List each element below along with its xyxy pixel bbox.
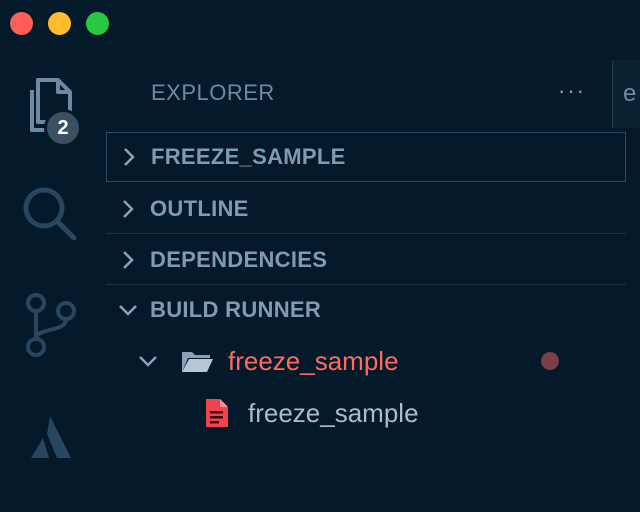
tree-folder-freeze-sample[interactable]: freeze_sample bbox=[136, 338, 399, 384]
chevron-down-icon bbox=[136, 354, 160, 368]
section-outline[interactable]: OUTLINE bbox=[106, 184, 626, 234]
chevron-right-icon bbox=[107, 146, 151, 168]
section-label: DEPENDENCIES bbox=[150, 246, 328, 272]
close-button[interactable] bbox=[10, 12, 33, 35]
modified-indicator bbox=[541, 352, 559, 370]
minimize-button[interactable] bbox=[48, 12, 71, 35]
chevron-right-icon bbox=[106, 198, 150, 220]
activity-search[interactable] bbox=[18, 182, 82, 246]
explorer-badge: 2 bbox=[44, 109, 82, 147]
section-freeze-sample[interactable]: FREEZE_SAMPLE bbox=[106, 132, 626, 182]
chevron-down-icon bbox=[106, 303, 150, 317]
folder-label: freeze_sample bbox=[228, 345, 399, 376]
editor-tab-label: e bbox=[623, 80, 637, 107]
section-label: OUTLINE bbox=[150, 195, 249, 221]
file-label: freeze_sample bbox=[248, 397, 419, 428]
explorer-title: EXPLORER bbox=[151, 80, 275, 105]
activity-bar: 2 bbox=[0, 55, 100, 512]
section-label: FREEZE_SAMPLE bbox=[151, 144, 346, 169]
more-actions-button[interactable]: ··· bbox=[558, 78, 586, 104]
chevron-right-icon bbox=[106, 249, 150, 271]
search-icon bbox=[23, 187, 77, 241]
atlassian-icon bbox=[31, 416, 71, 458]
activity-source-control[interactable] bbox=[18, 293, 82, 357]
folder-open-icon bbox=[180, 348, 214, 374]
section-build-runner[interactable]: BUILD RUNNER bbox=[106, 285, 626, 335]
tree-file-freeze-sample[interactable]: freeze_sample bbox=[204, 390, 419, 436]
activity-atlassian[interactable] bbox=[18, 405, 82, 469]
source-control-icon bbox=[26, 293, 76, 357]
editor-tab-stub[interactable]: e bbox=[612, 60, 640, 128]
window-controls bbox=[10, 12, 109, 35]
section-label: BUILD RUNNER bbox=[150, 297, 322, 322]
section-dependencies[interactable]: DEPENDENCIES bbox=[106, 235, 626, 285]
file-icon bbox=[204, 397, 230, 429]
zoom-button[interactable] bbox=[86, 12, 109, 35]
vscode-window: 2 EXPLORER ··· e FREEZE_SAMPLE OUTLINE D… bbox=[0, 0, 640, 512]
